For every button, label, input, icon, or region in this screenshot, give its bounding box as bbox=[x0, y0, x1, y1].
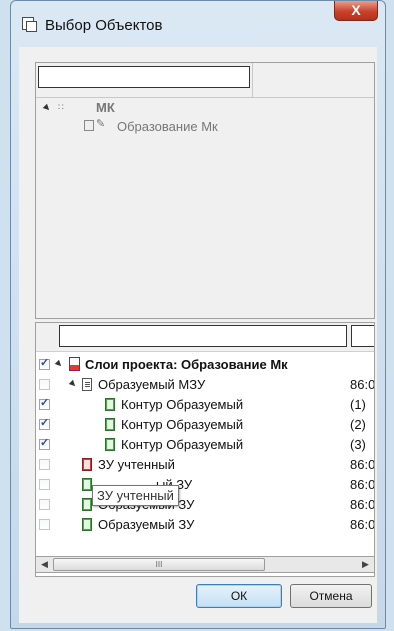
checkbox[interactable] bbox=[39, 416, 50, 430]
row-value: (3) bbox=[350, 437, 366, 452]
row-label: Контур Образуемый bbox=[121, 437, 244, 452]
green-layer-icon bbox=[82, 498, 92, 511]
dialog-body: ∷ МК ✎ Образование Мк Слои проекта: Обра… bbox=[19, 47, 377, 623]
green-layer-icon bbox=[82, 478, 92, 491]
layers-tree-panel: Слои проекта: Образование Мк Образуемый … bbox=[35, 322, 375, 577]
scrollbar-thumb[interactable]: III bbox=[53, 558, 265, 571]
checkbox[interactable] bbox=[39, 479, 50, 490]
row-value: 86:0 bbox=[350, 497, 375, 512]
row-value: 86:0 bbox=[350, 517, 375, 532]
checkbox[interactable] bbox=[39, 499, 50, 510]
tree-row[interactable]: ЗУ учтенный 86:0 bbox=[36, 455, 374, 475]
upper-filter-input[interactable] bbox=[38, 66, 250, 88]
lower-filter-header bbox=[36, 323, 374, 352]
tree-row-project[interactable]: Слои проекта: Образование Мк bbox=[36, 355, 374, 375]
cancel-button[interactable]: Отмена bbox=[290, 584, 372, 608]
tree-row[interactable]: ый ЗУ 86:0 bbox=[36, 475, 374, 495]
checkbox[interactable] bbox=[39, 459, 50, 470]
dialog-window: Выбор Объектов X ∷ МК ✎ Образование Мк ✓… bbox=[10, 0, 386, 629]
row-value: 86:0 bbox=[350, 477, 375, 492]
horizontal-scrollbar[interactable]: ◀ III ▶ bbox=[35, 556, 375, 573]
tree-row[interactable]: Контур Образуемый (1) bbox=[36, 395, 374, 415]
tree-row[interactable]: Контур Образуемый (2) bbox=[36, 415, 374, 435]
row-label: Контур Образуемый bbox=[121, 417, 244, 432]
row-value: (2) bbox=[350, 417, 366, 432]
document-icon bbox=[82, 378, 92, 391]
row-label: Контур Образуемый bbox=[121, 397, 244, 412]
hierarchy-icon: ∷ bbox=[58, 102, 64, 112]
row-value: 86:0 bbox=[350, 377, 375, 392]
ok-button[interactable]: ОК bbox=[196, 584, 282, 608]
checkbox[interactable] bbox=[39, 436, 50, 450]
edit-pencil-icon: ✎ bbox=[96, 118, 106, 130]
layer-icon bbox=[84, 120, 94, 131]
tree-node-label: МК bbox=[96, 100, 115, 115]
scroll-left-icon[interactable]: ◀ bbox=[36, 557, 53, 572]
column-filter-input[interactable] bbox=[351, 325, 374, 347]
tree-node-label: Образование Мк bbox=[117, 119, 218, 134]
row-label: ЗУ учтенный bbox=[98, 457, 175, 472]
tree-row[interactable]: Образуемый ЗУ 86:0 bbox=[36, 495, 374, 515]
row-value: 86:0 bbox=[350, 457, 375, 472]
close-button[interactable]: X bbox=[334, 1, 378, 21]
green-layer-icon bbox=[105, 438, 115, 451]
row-label: Образуемый ЗУ bbox=[98, 517, 195, 532]
row-label: Слои проекта: Образование Мк bbox=[85, 357, 288, 372]
scroll-right-icon[interactable]: ▶ bbox=[357, 557, 374, 572]
tooltip: ЗУ учтенный bbox=[92, 485, 179, 506]
objects-tree-panel: ∷ МК ✎ Образование Мк bbox=[35, 62, 375, 319]
checkbox[interactable] bbox=[39, 396, 50, 410]
column-divider[interactable] bbox=[252, 63, 253, 97]
red-layer-icon bbox=[82, 458, 92, 471]
upper-filter-header bbox=[36, 63, 374, 98]
window-title: Выбор Объектов bbox=[45, 17, 163, 34]
title-bar[interactable]: Выбор Объектов X bbox=[11, 1, 385, 47]
row-value: (1) bbox=[350, 397, 366, 412]
green-layer-icon bbox=[82, 518, 92, 531]
expand-arrow-icon[interactable] bbox=[54, 359, 64, 369]
checkbox[interactable] bbox=[39, 519, 50, 530]
expand-arrow-icon[interactable] bbox=[68, 379, 78, 389]
expand-arrow-icon[interactable] bbox=[42, 103, 52, 113]
project-icon bbox=[69, 357, 80, 371]
tree-row[interactable]: Образуемый МЗУ 86:0 bbox=[36, 375, 374, 395]
green-layer-icon bbox=[105, 418, 115, 431]
tree-row[interactable]: Контур Образуемый (3) bbox=[36, 435, 374, 455]
green-layer-icon bbox=[105, 398, 115, 411]
lower-filter-input[interactable] bbox=[59, 325, 347, 347]
window-icon bbox=[22, 17, 37, 32]
row-label: Образуемый МЗУ bbox=[98, 377, 206, 392]
checkbox[interactable] bbox=[39, 356, 50, 370]
checkbox[interactable] bbox=[39, 379, 50, 390]
tree-row[interactable]: Образуемый ЗУ 86:0 bbox=[36, 515, 374, 535]
